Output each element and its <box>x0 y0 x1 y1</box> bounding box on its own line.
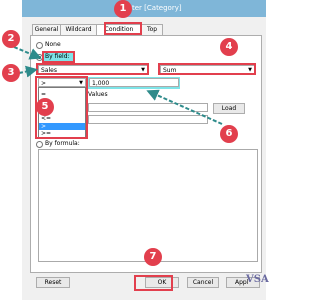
badge-6: 6 <box>220 125 238 143</box>
badge-7: 7 <box>144 248 162 266</box>
badge-3: 3 <box>2 64 20 82</box>
arrow-6 <box>146 89 223 125</box>
vsa-logo: VSA <box>246 274 269 285</box>
badge-1: 1 <box>114 0 132 18</box>
arrow-3 <box>18 65 38 78</box>
badge-2: 2 <box>2 30 20 48</box>
arrow-2 <box>13 46 42 60</box>
badge-5: 5 <box>36 98 54 116</box>
badge-4: 4 <box>220 38 238 56</box>
